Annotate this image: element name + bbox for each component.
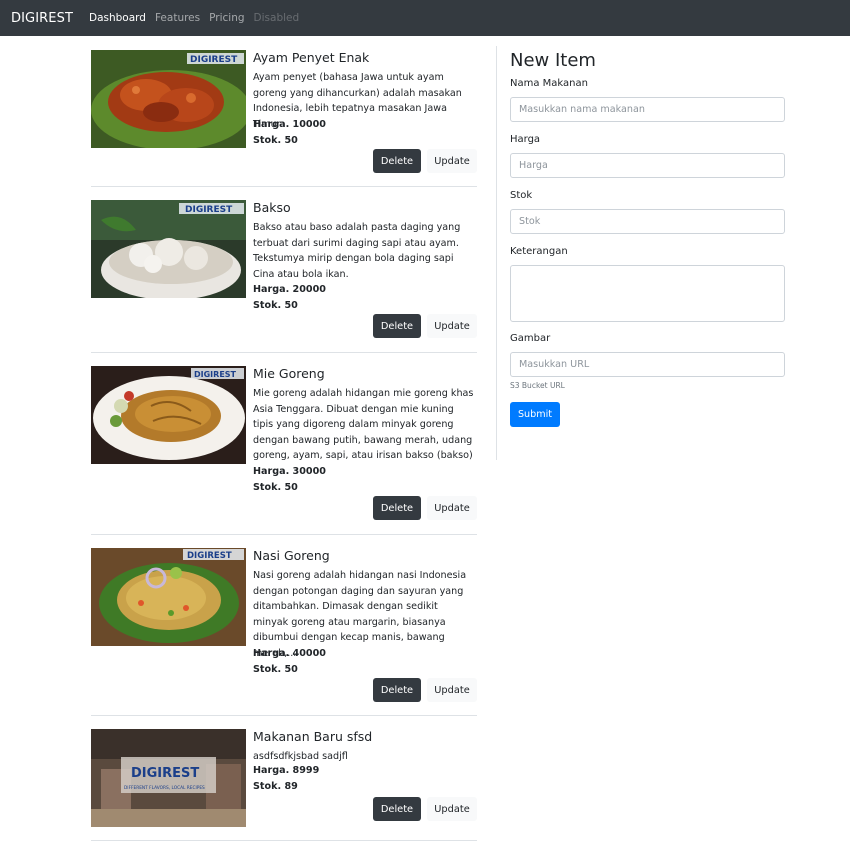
- item-price: Harga. 20000: [253, 284, 326, 295]
- food-image-nasi-goreng: DIGIREST: [91, 548, 246, 646]
- nav-dashboard[interactable]: Dashboard: [89, 12, 146, 24]
- watermark-text: DIGIREST: [190, 55, 238, 65]
- item-description: asdfsdfkjsbad sadjfl: [253, 751, 348, 762]
- delete-button[interactable]: Delete: [373, 678, 421, 702]
- item-stock: Stok. 50: [253, 664, 298, 675]
- list-item: DIGIREST DIFFERENT FLAVORS, LOCAL RECIPE…: [91, 716, 477, 841]
- image-label: Gambar: [510, 333, 551, 344]
- image-url-input[interactable]: [510, 352, 785, 377]
- stock-input[interactable]: [510, 209, 785, 234]
- nav-disabled: Disabled: [253, 12, 300, 24]
- delete-button[interactable]: Delete: [373, 797, 421, 821]
- list-item: DIGIREST Mie Goreng Mie goreng adalah hi…: [91, 353, 477, 535]
- description-textarea[interactable]: [510, 265, 785, 322]
- stock-label: Stok: [510, 190, 533, 201]
- list-item: DIGIREST Ayam Penyet Enak Ayam penyet (b…: [91, 36, 477, 187]
- image-help-text: S3 Bucket URL: [510, 381, 565, 390]
- watermark-text: DIGIREST: [187, 551, 232, 561]
- top-navbar: DIGIREST Dashboard Features Pricing Disa…: [0, 0, 850, 36]
- update-button[interactable]: Update: [427, 314, 477, 338]
- price-label: Harga: [510, 134, 541, 145]
- menu-item-list: DIGIREST Ayam Penyet Enak Ayam penyet (b…: [91, 36, 477, 841]
- food-image-restaurant: DIGIREST DIFFERENT FLAVORS, LOCAL RECIPE…: [91, 729, 246, 827]
- watermark-text: DIGIREST: [131, 766, 199, 781]
- item-price: Harga. 30000: [253, 466, 326, 477]
- item-stock: Stok. 50: [253, 300, 298, 311]
- item-description: Bakso atau baso adalah pasta daging yang…: [253, 222, 461, 280]
- watermark-text: DIGIREST: [194, 370, 237, 379]
- price-input[interactable]: [510, 153, 785, 178]
- item-stock: Stok. 50: [253, 482, 298, 493]
- update-button[interactable]: Update: [427, 797, 477, 821]
- delete-button[interactable]: Delete: [373, 496, 421, 520]
- item-description: Mie goreng adalah hidangan mie goreng kh…: [253, 388, 474, 462]
- item-price: Harga. 40000: [253, 648, 326, 659]
- delete-button[interactable]: Delete: [373, 314, 421, 338]
- update-button[interactable]: Update: [427, 678, 477, 702]
- item-price: Harga. 10000: [253, 119, 326, 130]
- update-button[interactable]: Update: [427, 496, 477, 520]
- list-item: DIGIREST Bakso Bakso atau baso adalah pa…: [91, 187, 477, 353]
- food-image-mie-goreng: DIGIREST: [91, 366, 246, 464]
- item-title: Ayam Penyet Enak: [253, 50, 370, 65]
- submit-button[interactable]: Submit: [510, 402, 560, 427]
- item-title: Mie Goreng: [253, 366, 325, 381]
- food-image-bakso: DIGIREST: [91, 200, 246, 298]
- watermark-tagline: DIFFERENT FLAVORS, LOCAL RECIPES: [124, 785, 205, 791]
- item-price: Harga. 8999: [253, 765, 320, 776]
- watermark-text: DIGIREST: [185, 205, 233, 215]
- item-stock: Stok. 89: [253, 781, 298, 792]
- nav-features[interactable]: Features: [155, 12, 200, 24]
- update-button[interactable]: Update: [427, 149, 477, 173]
- brand-logo[interactable]: DIGIREST: [11, 11, 73, 26]
- nav-pricing[interactable]: Pricing: [209, 12, 244, 24]
- form-title: New Item: [510, 50, 596, 71]
- delete-button[interactable]: Delete: [373, 149, 421, 173]
- column-divider: [496, 46, 497, 460]
- item-title: Makanan Baru sfsd: [253, 729, 373, 744]
- name-label: Nama Makanan: [510, 78, 588, 89]
- item-stock: Stok. 50: [253, 135, 298, 146]
- item-title: Nasi Goreng: [253, 548, 330, 563]
- list-item: DIGIREST Nasi Goreng Nasi goreng adalah …: [91, 535, 477, 716]
- item-title: Bakso: [253, 200, 291, 215]
- description-label: Keterangan: [510, 246, 568, 257]
- food-image-ayam-penyet: DIGIREST: [91, 50, 246, 148]
- name-input[interactable]: [510, 97, 785, 122]
